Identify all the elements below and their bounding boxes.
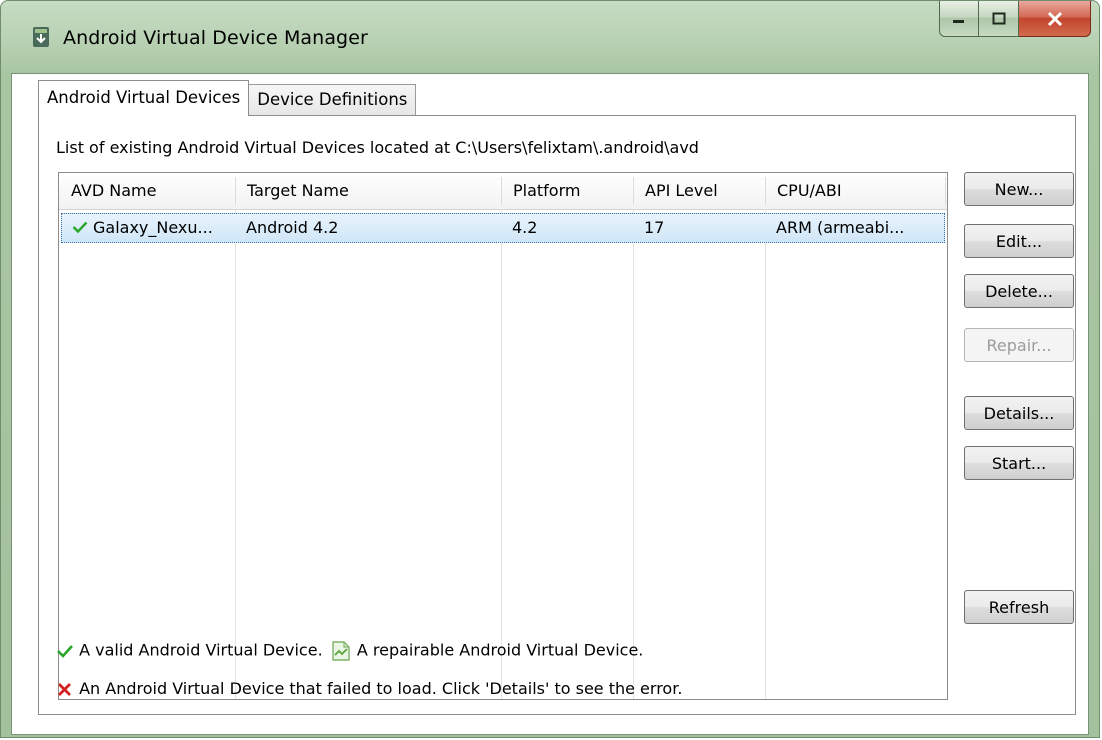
maximize-icon (992, 12, 1005, 24)
valid-check-icon (57, 645, 73, 658)
api-level-cell: 17 (644, 218, 665, 237)
legend-valid-text: A valid Android Virtual Device. (79, 640, 323, 660)
grid-line (633, 209, 634, 699)
target-name-cell: Android 4.2 (246, 218, 339, 237)
repair-button[interactable]: Repair... (964, 328, 1074, 362)
minimize-button[interactable] (939, 1, 979, 37)
column-divider[interactable] (945, 177, 946, 205)
column-header-cpu-abi[interactable]: CPU/ABI (765, 173, 945, 209)
tab-strip: Android Virtual Devices Device Definitio… (38, 80, 417, 116)
refresh-button[interactable]: Refresh (964, 590, 1074, 624)
new-button[interactable]: New... (964, 172, 1074, 206)
failed-x-icon (58, 682, 71, 696)
grid-line (501, 209, 502, 699)
title-bar[interactable]: Android Virtual Device Manager (1, 1, 1099, 73)
tab-device-definitions[interactable]: Device Definitions (248, 84, 417, 116)
legend-failed-text: An Android Virtual Device that failed to… (79, 679, 683, 698)
column-divider[interactable] (235, 177, 236, 205)
avd-manager-window: Android Virtual Device Manager Android V… (0, 0, 1100, 738)
tab-android-virtual-devices[interactable]: Android Virtual Devices (38, 80, 250, 116)
column-header-platform[interactable]: Platform (501, 173, 633, 209)
window-title: Android Virtual Device Manager (63, 27, 368, 49)
android-sdk-icon (33, 27, 49, 47)
delete-button[interactable]: Delete... (964, 274, 1074, 308)
close-icon (1047, 11, 1062, 26)
repairable-icon (332, 641, 350, 661)
column-divider[interactable] (501, 177, 502, 205)
maximize-button[interactable] (979, 1, 1019, 37)
table-header: AVD Name Target Name Platform API Level … (59, 173, 947, 210)
column-header-api-level[interactable]: API Level (633, 173, 765, 209)
avd-table[interactable]: AVD Name Target Name Platform API Level … (58, 172, 948, 700)
legend-repairable-text: A repairable Android Virtual Device. (356, 640, 644, 660)
cpu-abi-cell: ARM (armeabi... (776, 218, 905, 237)
table-row[interactable]: Galaxy_Nexu... Android 4.2 4.2 17 ARM (a… (61, 213, 945, 243)
start-button[interactable]: Start... (964, 446, 1074, 480)
avd-name: Galaxy_Nexu... (93, 218, 213, 237)
grid-line (765, 209, 766, 699)
edit-button[interactable]: Edit... (964, 224, 1074, 258)
column-divider[interactable] (765, 177, 766, 205)
grid-line (235, 209, 236, 699)
column-header-avd-name[interactable]: AVD Name (59, 173, 235, 209)
platform-cell: 4.2 (512, 218, 538, 237)
column-header-target-name[interactable]: Target Name (235, 173, 501, 209)
valid-check-icon (72, 221, 88, 234)
details-button[interactable]: Details... (964, 396, 1074, 430)
minimize-icon (953, 19, 964, 23)
close-button[interactable] (1019, 1, 1091, 37)
legend-valid: A valid Android Virtual Device. A repair… (56, 640, 643, 662)
avd-name-cell: Galaxy_Nexu... (62, 214, 236, 242)
legend-failed: An Android Virtual Device that failed to… (56, 679, 682, 698)
column-divider[interactable] (633, 177, 634, 205)
client-area: Android Virtual Devices Device Definitio… (11, 73, 1089, 735)
avd-location-label: List of existing Android Virtual Devices… (56, 138, 699, 157)
